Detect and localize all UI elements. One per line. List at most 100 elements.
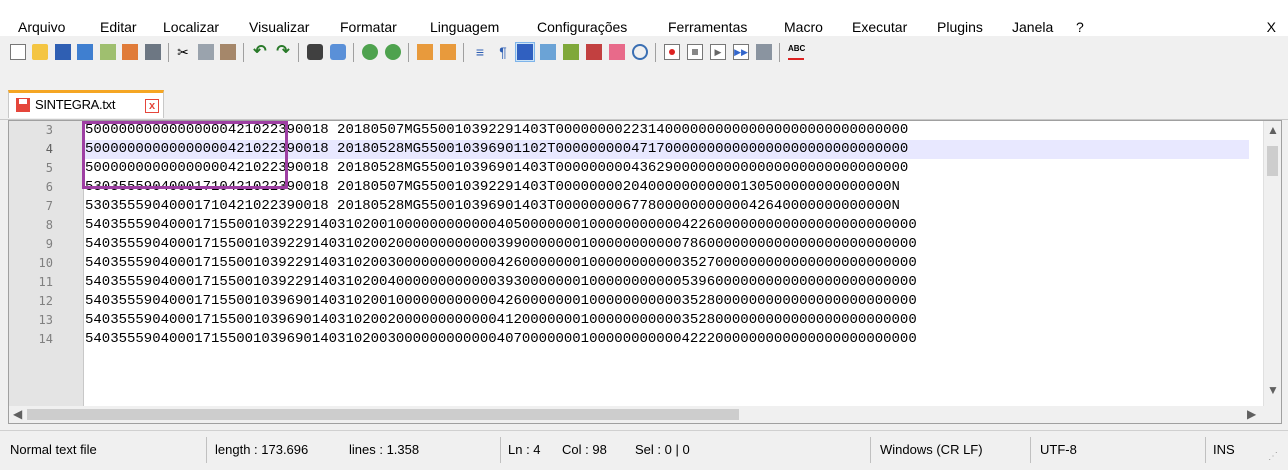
status-eol[interactable]: Windows (CR LF): [880, 439, 983, 461]
tab-bar: SINTEGRA.txt x: [0, 86, 1288, 120]
line-text[interactable]: 5403555904000171550010396901403102003000…: [85, 330, 1249, 349]
tab-label: SINTEGRA.txt: [35, 97, 116, 112]
line-number: 5: [45, 161, 53, 175]
horizontal-scroll-thumb[interactable]: [27, 409, 739, 420]
new-file-icon[interactable]: [8, 42, 28, 62]
status-bar: Normal text file length : 173.696 lines …: [0, 430, 1288, 470]
selection-highlight-box: [82, 121, 288, 189]
editor-area[interactable]: 3 50000000000000000421022390018 20180507…: [8, 120, 1282, 424]
close-all-icon[interactable]: [120, 42, 140, 62]
menu-macro[interactable]: Macro: [784, 19, 823, 35]
scroll-down-icon[interactable]: ▼: [1267, 383, 1279, 397]
line-text[interactable]: 53035559040001710421022390018 20180528MG…: [85, 197, 1249, 216]
line-text[interactable]: 5403555904000171550010392291403102002000…: [85, 235, 1249, 254]
scroll-up-icon[interactable]: ▲: [1267, 123, 1279, 137]
scroll-left-icon[interactable]: ◀: [13, 407, 22, 421]
menu-arquivo[interactable]: Arquivo: [18, 19, 65, 35]
menu-editar[interactable]: Editar: [100, 19, 137, 35]
editor-line: 11 5403555904000171550010392291403102004…: [9, 273, 1265, 292]
editor-line: 13 5403555904000171550010396901403102002…: [9, 311, 1265, 330]
spell-check-icon[interactable]: ABC: [786, 42, 806, 62]
toolbar-separator: [243, 43, 244, 62]
editor-line: 9 54035559040001715500103922914031020020…: [9, 235, 1265, 254]
line-number: 9: [45, 237, 53, 251]
cut-icon[interactable]: ✂: [173, 42, 193, 62]
close-document-icon[interactable]: X: [1267, 19, 1276, 35]
line-text[interactable]: 5403555904000171550010392291403102003000…: [85, 254, 1249, 273]
word-wrap-icon[interactable]: ≡: [470, 42, 490, 62]
status-encoding[interactable]: UTF-8: [1040, 439, 1077, 461]
menu-ferramentas[interactable]: Ferramentas: [668, 19, 747, 35]
zoom-out-icon[interactable]: [383, 42, 403, 62]
menu-help[interactable]: ?: [1076, 19, 1084, 35]
replace-icon[interactable]: [328, 42, 348, 62]
redo-icon[interactable]: ↷: [273, 42, 293, 62]
line-number: 3: [45, 123, 53, 137]
line-number: 11: [38, 275, 53, 289]
vertical-scrollbar[interactable]: ▲ ▼: [1263, 121, 1281, 406]
editor-line: 14 5403555904000171550010396901403102003…: [9, 330, 1265, 349]
toolbar-separator: [463, 43, 464, 62]
menu-executar[interactable]: Executar: [852, 19, 907, 35]
sync-horizontal-icon[interactable]: [438, 42, 458, 62]
status-lines: lines : 1.358: [349, 442, 420, 457]
menu-linguagem[interactable]: Linguagem: [430, 19, 499, 35]
scrollbar-corner: [1264, 406, 1281, 423]
menu-bar: Arquivo Editar Localizar Visualizar Form…: [0, 0, 1288, 36]
line-text[interactable]: 5403555904000171550010396901403102001000…: [85, 292, 1249, 311]
menu-plugins[interactable]: Plugins: [937, 19, 983, 35]
menu-visualizar[interactable]: Visualizar: [249, 19, 309, 35]
toolbar-separator: [779, 43, 780, 62]
line-text[interactable]: 5403555904000171550010392291403102001000…: [85, 216, 1249, 235]
record-macro-icon[interactable]: [662, 42, 682, 62]
tab-sintegra[interactable]: SINTEGRA.txt x: [8, 90, 164, 118]
menu-localizar[interactable]: Localizar: [163, 19, 219, 35]
line-text[interactable]: 5403555904000171550010392291403102004000…: [85, 273, 1249, 292]
menu-configuracoes[interactable]: Configurações: [537, 19, 627, 35]
status-insert-mode[interactable]: INS: [1213, 439, 1235, 461]
folder-workspace-icon[interactable]: [607, 42, 627, 62]
status-col: Col : 98: [562, 442, 607, 457]
toolbar: ✂ ↶ ↷ ≡ ¶ ▶ ▶▶ ABC: [0, 36, 1288, 68]
status-ln: Ln : 4: [508, 442, 541, 457]
toolbar-separator: [298, 43, 299, 62]
close-icon[interactable]: [98, 42, 118, 62]
find-icon[interactable]: [305, 42, 325, 62]
user-language-icon[interactable]: [561, 42, 581, 62]
paste-icon[interactable]: [218, 42, 238, 62]
menu-formatar[interactable]: Formatar: [340, 19, 397, 35]
save-macro-icon[interactable]: [754, 42, 774, 62]
function-list-icon[interactable]: [584, 42, 604, 62]
editor-line: 10 5403555904000171550010392291403102003…: [9, 254, 1265, 273]
line-number: 14: [38, 332, 53, 346]
line-text[interactable]: 5403555904000171550010396901403102002000…: [85, 311, 1249, 330]
vertical-scroll-thumb[interactable]: [1267, 146, 1278, 176]
line-number: 7: [45, 199, 53, 213]
status-sel: Sel : 0 | 0: [635, 442, 690, 457]
line-number: 8: [45, 218, 53, 232]
document-map-icon[interactable]: [538, 42, 558, 62]
save-all-icon[interactable]: [75, 42, 95, 62]
zoom-in-icon[interactable]: [360, 42, 380, 62]
run-macro-multiple-icon[interactable]: ▶▶: [731, 42, 751, 62]
line-number: 4: [45, 142, 53, 156]
indent-guide-icon[interactable]: [515, 42, 535, 62]
resize-grip-icon[interactable]: ⋰: [1268, 451, 1278, 462]
scroll-right-icon[interactable]: ▶: [1247, 407, 1256, 421]
sync-vertical-icon[interactable]: [415, 42, 435, 62]
open-file-icon[interactable]: [30, 42, 50, 62]
menu-janela[interactable]: Janela: [1012, 19, 1053, 35]
toolbar-separator: [168, 43, 169, 62]
show-all-characters-icon[interactable]: ¶: [493, 42, 513, 62]
save-icon[interactable]: [53, 42, 73, 62]
play-macro-icon[interactable]: ▶: [708, 42, 728, 62]
undo-icon[interactable]: ↶: [250, 42, 270, 62]
stop-macro-icon[interactable]: [685, 42, 705, 62]
tab-close-icon[interactable]: x: [145, 99, 159, 113]
print-icon[interactable]: [143, 42, 163, 62]
editor-line: 7 53035559040001710421022390018 20180528…: [9, 197, 1265, 216]
copy-icon[interactable]: [196, 42, 216, 62]
monitoring-icon[interactable]: [630, 42, 650, 62]
horizontal-scrollbar[interactable]: ◀ ▶: [9, 406, 1265, 423]
status-separator: [206, 437, 207, 463]
